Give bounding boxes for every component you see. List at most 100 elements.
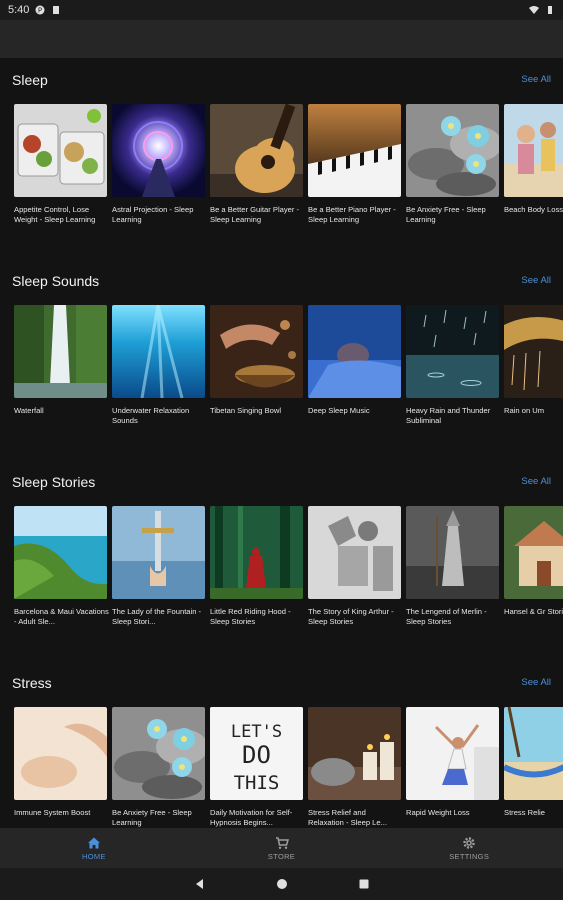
bottom-nav: HOME STORE SETTINGS (0, 828, 563, 868)
thumbnail-beach-women (504, 104, 563, 197)
section-stress: Stress See All Immune System Boost Be An… (0, 661, 563, 827)
thumbnail-spa-candles (308, 707, 401, 800)
see-all-link[interactable]: See All (521, 476, 551, 487)
tile[interactable]: Little Red Riding Hood - Sleep Stories (210, 506, 303, 627)
tile-caption: Hansel & Gr Stories (504, 607, 563, 616)
tile[interactable]: Appetite Control, Lose Weight - Sleep Le… (14, 104, 107, 225)
tile[interactable]: Rapid Weight Loss (406, 707, 499, 828)
tile[interactable]: Underwater Relaxation Sounds (112, 305, 205, 426)
thumbnail-rain-umbrella (504, 305, 563, 398)
home-circle-icon[interactable] (276, 878, 288, 890)
thumbnail-lets-do-this: LET'S DO THIS (210, 707, 303, 800)
battery-icon (548, 6, 552, 14)
tile[interactable]: Be Anxiety Free - Sleep Learning (406, 104, 499, 225)
tile-caption: Be Anxiety Free - Sleep Learning (112, 808, 192, 827)
tile[interactable]: LET'S DO THIS Daily Motivation for Self-… (210, 707, 303, 828)
tile[interactable]: Hansel & Gr Stories (504, 506, 563, 627)
thumbnail-island-coast (14, 506, 107, 599)
nav-settings[interactable]: SETTINGS (375, 828, 563, 868)
section-header: Sleep See All (0, 58, 563, 88)
tile[interactable]: Beach Body Loss - Sleep (504, 104, 563, 225)
tile[interactable]: Be a Better Guitar Player - Sleep Learni… (210, 104, 303, 225)
thumbnail-knight-armor (308, 506, 401, 599)
tile-row: Appetite Control, Lose Weight - Sleep Le… (14, 104, 563, 225)
wifi-icon (529, 6, 539, 14)
content-scroll[interactable]: Sleep See All Appetite Control, Lose Wei… (0, 58, 563, 828)
tile[interactable]: Immune System Boost (14, 707, 107, 828)
tile-caption: The Story of King Arthur - Sleep Stories (308, 607, 394, 626)
section-title: Sleep Stories (12, 474, 96, 490)
tile-caption: Rain on Um (504, 406, 545, 415)
section-title: Stress (12, 675, 52, 691)
tile[interactable]: Stress Relief and Relaxation - Sleep Le.… (308, 707, 401, 828)
svg-text:P: P (38, 7, 42, 15)
section-header: Sleep Stories See All (0, 460, 563, 490)
thumbnail-stones-flowers (112, 707, 205, 800)
tile[interactable]: Stress Relie (504, 707, 563, 828)
tile-caption: Be a Better Guitar Player - Sleep Learni… (210, 205, 300, 224)
nav-label: SETTINGS (449, 851, 490, 861)
tile[interactable]: Be a Better Piano Player - Sleep Learnin… (308, 104, 401, 225)
tile[interactable]: Be Anxiety Free - Sleep Learning (112, 707, 205, 828)
tile-caption: Rapid Weight Loss (406, 808, 470, 817)
tile-row: Immune System Boost Be Anxiety Free - Sl… (14, 707, 563, 828)
tile-caption: The Lady of the Fountain - Sleep Stori..… (112, 607, 202, 626)
nav-label: HOME (81, 851, 106, 861)
status-bar: 5:40 P (0, 0, 563, 20)
tile-caption: Astral Projection - Sleep Learning (112, 205, 194, 224)
thumbnail-sword-hand (112, 506, 205, 599)
thumbnail-singing-bowl (210, 305, 303, 398)
thumbnail-wizard (406, 506, 499, 599)
tile-caption: The Lengend of Merlin - Sleep Stories (406, 607, 487, 626)
tile[interactable]: Astral Projection - Sleep Learning (112, 104, 205, 225)
tile-caption: Deep Sleep Music (308, 406, 370, 415)
nav-label: STORE (267, 851, 296, 861)
back-icon[interactable] (194, 878, 206, 890)
tile[interactable]: The Lengend of Merlin - Sleep Stories (406, 506, 499, 627)
thumbnail-meal-prep (14, 104, 107, 197)
section-header: Stress See All (0, 661, 563, 691)
section-sleep: Sleep See All Appetite Control, Lose Wei… (0, 58, 563, 224)
section-title: Sleep (12, 72, 48, 88)
tile-caption: Waterfall (14, 406, 44, 415)
thumbnail-forest-red-hood (210, 506, 303, 599)
tile[interactable]: The Lady of the Fountain - Sleep Stori..… (112, 506, 205, 627)
tile-row: Barcelona & Maui Vacations - Adult Sle..… (14, 506, 563, 627)
tile-caption: Be a Better Piano Player - Sleep Learnin… (308, 205, 396, 224)
thumbnail-guitar (210, 104, 303, 197)
tile[interactable]: Deep Sleep Music (308, 305, 401, 426)
tile-caption: Immune System Boost (14, 808, 91, 817)
tile-caption: Daily Motivation for Self-Hypnosis Begin… (210, 808, 293, 827)
tile-caption: Underwater Relaxation Sounds (112, 406, 190, 425)
thumbnail-waterfall (14, 305, 107, 398)
see-all-link[interactable]: See All (521, 275, 551, 286)
tile[interactable]: Barcelona & Maui Vacations - Adult Sle..… (14, 506, 109, 627)
tile[interactable]: Tibetan Singing Bowl (210, 305, 303, 426)
nav-home[interactable]: HOME (0, 828, 188, 868)
art-text-line: LET'S (231, 722, 282, 742)
art-text-line: THIS (234, 772, 280, 794)
section-sleep-stories: Sleep Stories See All Barcelona & Maui V… (0, 460, 563, 626)
thumbnail-piano (308, 104, 401, 197)
recents-icon[interactable] (358, 878, 370, 890)
app-bar (0, 20, 563, 58)
tile[interactable]: The Story of King Arthur - Sleep Stories (308, 506, 401, 627)
see-all-link[interactable]: See All (521, 677, 551, 688)
gear-icon (463, 836, 475, 849)
art-text-line: DO (242, 741, 271, 769)
tile-caption: Little Red Riding Hood - Sleep Stories (210, 607, 291, 626)
tile-caption: Beach Body Loss - Sleep (504, 205, 563, 214)
see-all-link[interactable]: See All (521, 74, 551, 85)
app-notification-icon: P (35, 5, 45, 15)
thumbnail-beach-hammock (504, 707, 563, 800)
tile[interactable]: Rain on Um (504, 305, 563, 426)
tile-caption: Tibetan Singing Bowl (210, 406, 282, 415)
tile-caption: Barcelona & Maui Vacations - Adult Sle..… (14, 607, 109, 626)
tile-caption: Be Anxiety Free - Sleep Learning (406, 205, 486, 224)
tile[interactable]: Waterfall (14, 305, 107, 426)
thumbnail-massage (14, 707, 107, 800)
home-icon (87, 837, 100, 848)
tile[interactable]: Heavy Rain and Thunder Subliminal (406, 305, 499, 426)
nav-store[interactable]: STORE (188, 828, 376, 868)
thumbnail-astral-portal (112, 104, 205, 197)
